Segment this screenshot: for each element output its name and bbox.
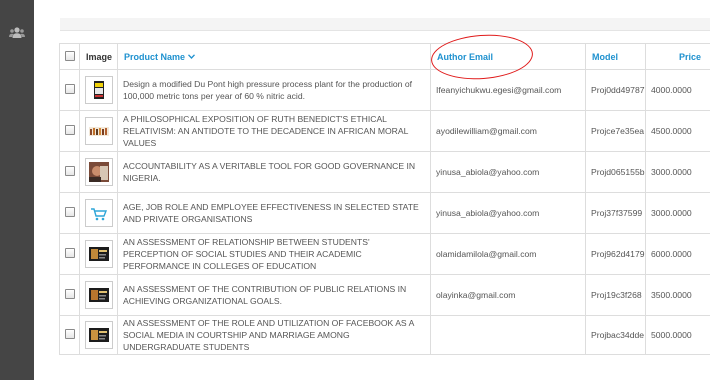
table-header-row: Image Product Name Author Email Model Pr… bbox=[59, 43, 710, 70]
book-thumbnail[interactable] bbox=[84, 281, 113, 309]
table-row: ACCOUNTABILITY AS A VERITABLE TOOL FOR G… bbox=[59, 151, 710, 193]
row-select bbox=[59, 192, 80, 234]
author-email-cell: yinusa_abiola@yahoo.com bbox=[430, 192, 586, 234]
row-checkbox[interactable] bbox=[64, 328, 75, 339]
people-thumbnail[interactable] bbox=[84, 117, 113, 145]
row-checkbox[interactable] bbox=[64, 83, 75, 94]
author-email-cell: ayodilewilliam@gmail.com bbox=[430, 110, 586, 152]
row-select bbox=[59, 110, 80, 152]
model-cell: Proj0dd49787 bbox=[585, 69, 646, 111]
price-cell: 3000.0000 bbox=[645, 151, 710, 193]
product-table: Image Product Name Author Email Model Pr… bbox=[59, 43, 710, 355]
author-email-column-header[interactable]: Author Email bbox=[430, 43, 586, 70]
row-select bbox=[59, 69, 80, 111]
product-name-column-header[interactable]: Product Name bbox=[117, 43, 431, 70]
image-cell bbox=[79, 192, 118, 234]
author-email-cell: Ifeanyichukwu.egesi@gmail.com bbox=[430, 69, 586, 111]
table-row: AGE, JOB ROLE AND EMPLOYEE EFFECTIVENESS… bbox=[59, 192, 710, 234]
select-all-checkbox[interactable] bbox=[64, 50, 75, 61]
price-cell: 3500.0000 bbox=[645, 274, 710, 316]
main-content: Image Product Name Author Email Model Pr… bbox=[34, 0, 710, 380]
row-checkbox[interactable] bbox=[64, 165, 75, 176]
book-thumbnail[interactable] bbox=[84, 321, 113, 349]
product-name-cell: AN ASSESSMENT OF THE CONTRIBUTION OF PUB… bbox=[117, 274, 431, 316]
image-cell bbox=[79, 110, 118, 152]
author-email-cell: olamidamilola@gmail.com bbox=[430, 233, 586, 275]
table-row: AN ASSESSMENT OF THE ROLE AND UTILIZATIO… bbox=[59, 315, 710, 355]
model-cell: Proj962d4179 bbox=[585, 233, 646, 275]
image-cell bbox=[79, 274, 118, 316]
product-name-cell: A PHILOSOPHICAL EXPOSITION OF RUTH BENED… bbox=[117, 110, 431, 152]
row-checkbox[interactable] bbox=[64, 288, 75, 299]
image-cell bbox=[79, 69, 118, 111]
panel-header-bar bbox=[60, 18, 710, 31]
model-column-header[interactable]: Model bbox=[585, 43, 646, 70]
product-name-sort-link[interactable]: Product Name bbox=[124, 52, 185, 62]
image-cell bbox=[79, 151, 118, 193]
image-cell bbox=[79, 315, 118, 355]
price-cell: 6000.0000 bbox=[645, 233, 710, 275]
price-column-header[interactable]: Price bbox=[645, 43, 710, 70]
row-select bbox=[59, 151, 80, 193]
table-row: AN ASSESSMENT OF RELATIONSHIP BETWEEN ST… bbox=[59, 233, 710, 275]
image-column-header: Image bbox=[79, 43, 118, 70]
author-email-cell: olayinka@gmail.com bbox=[430, 274, 586, 316]
document-thumbnail[interactable] bbox=[84, 76, 113, 104]
cart-thumbnail[interactable] bbox=[84, 199, 113, 227]
row-select bbox=[59, 315, 80, 355]
model-cell: Projd065155b bbox=[585, 151, 646, 193]
row-checkbox[interactable] bbox=[64, 124, 75, 135]
image-cell bbox=[79, 233, 118, 275]
table-row: Design a modified Du Pont high pressure … bbox=[59, 69, 710, 111]
model-cell: Proj37f37599 bbox=[585, 192, 646, 234]
users-icon[interactable] bbox=[9, 26, 25, 40]
sidebar bbox=[0, 0, 34, 380]
price-cell: 4000.0000 bbox=[645, 69, 710, 111]
table-row: AN ASSESSMENT OF THE CONTRIBUTION OF PUB… bbox=[59, 274, 710, 316]
model-cell: Projce7e35ea bbox=[585, 110, 646, 152]
portrait-thumbnail[interactable] bbox=[84, 158, 113, 186]
product-name-cell: ACCOUNTABILITY AS A VERITABLE TOOL FOR G… bbox=[117, 151, 431, 193]
book-thumbnail[interactable] bbox=[84, 240, 113, 268]
price-cell: 4500.0000 bbox=[645, 110, 710, 152]
table-row: A PHILOSOPHICAL EXPOSITION OF RUTH BENED… bbox=[59, 110, 710, 152]
author-email-cell bbox=[430, 315, 586, 355]
product-name-cell: AN ASSESSMENT OF RELATIONSHIP BETWEEN ST… bbox=[117, 233, 431, 275]
price-cell: 5000.0000 bbox=[645, 315, 710, 355]
chevron-down-icon bbox=[187, 53, 195, 59]
model-cell: Proj19c3f268 bbox=[585, 274, 646, 316]
select-all-header bbox=[59, 43, 80, 70]
product-name-cell: AN ASSESSMENT OF THE ROLE AND UTILIZATIO… bbox=[117, 315, 431, 355]
price-cell: 3000.0000 bbox=[645, 192, 710, 234]
row-select bbox=[59, 233, 80, 275]
row-select bbox=[59, 274, 80, 316]
row-checkbox[interactable] bbox=[64, 206, 75, 217]
product-name-cell: AGE, JOB ROLE AND EMPLOYEE EFFECTIVENESS… bbox=[117, 192, 431, 234]
author-email-cell: yinusa_abiola@yahoo.com bbox=[430, 151, 586, 193]
model-cell: Projbac34dde bbox=[585, 315, 646, 355]
row-checkbox[interactable] bbox=[64, 247, 75, 258]
product-name-cell: Design a modified Du Pont high pressure … bbox=[117, 69, 431, 111]
